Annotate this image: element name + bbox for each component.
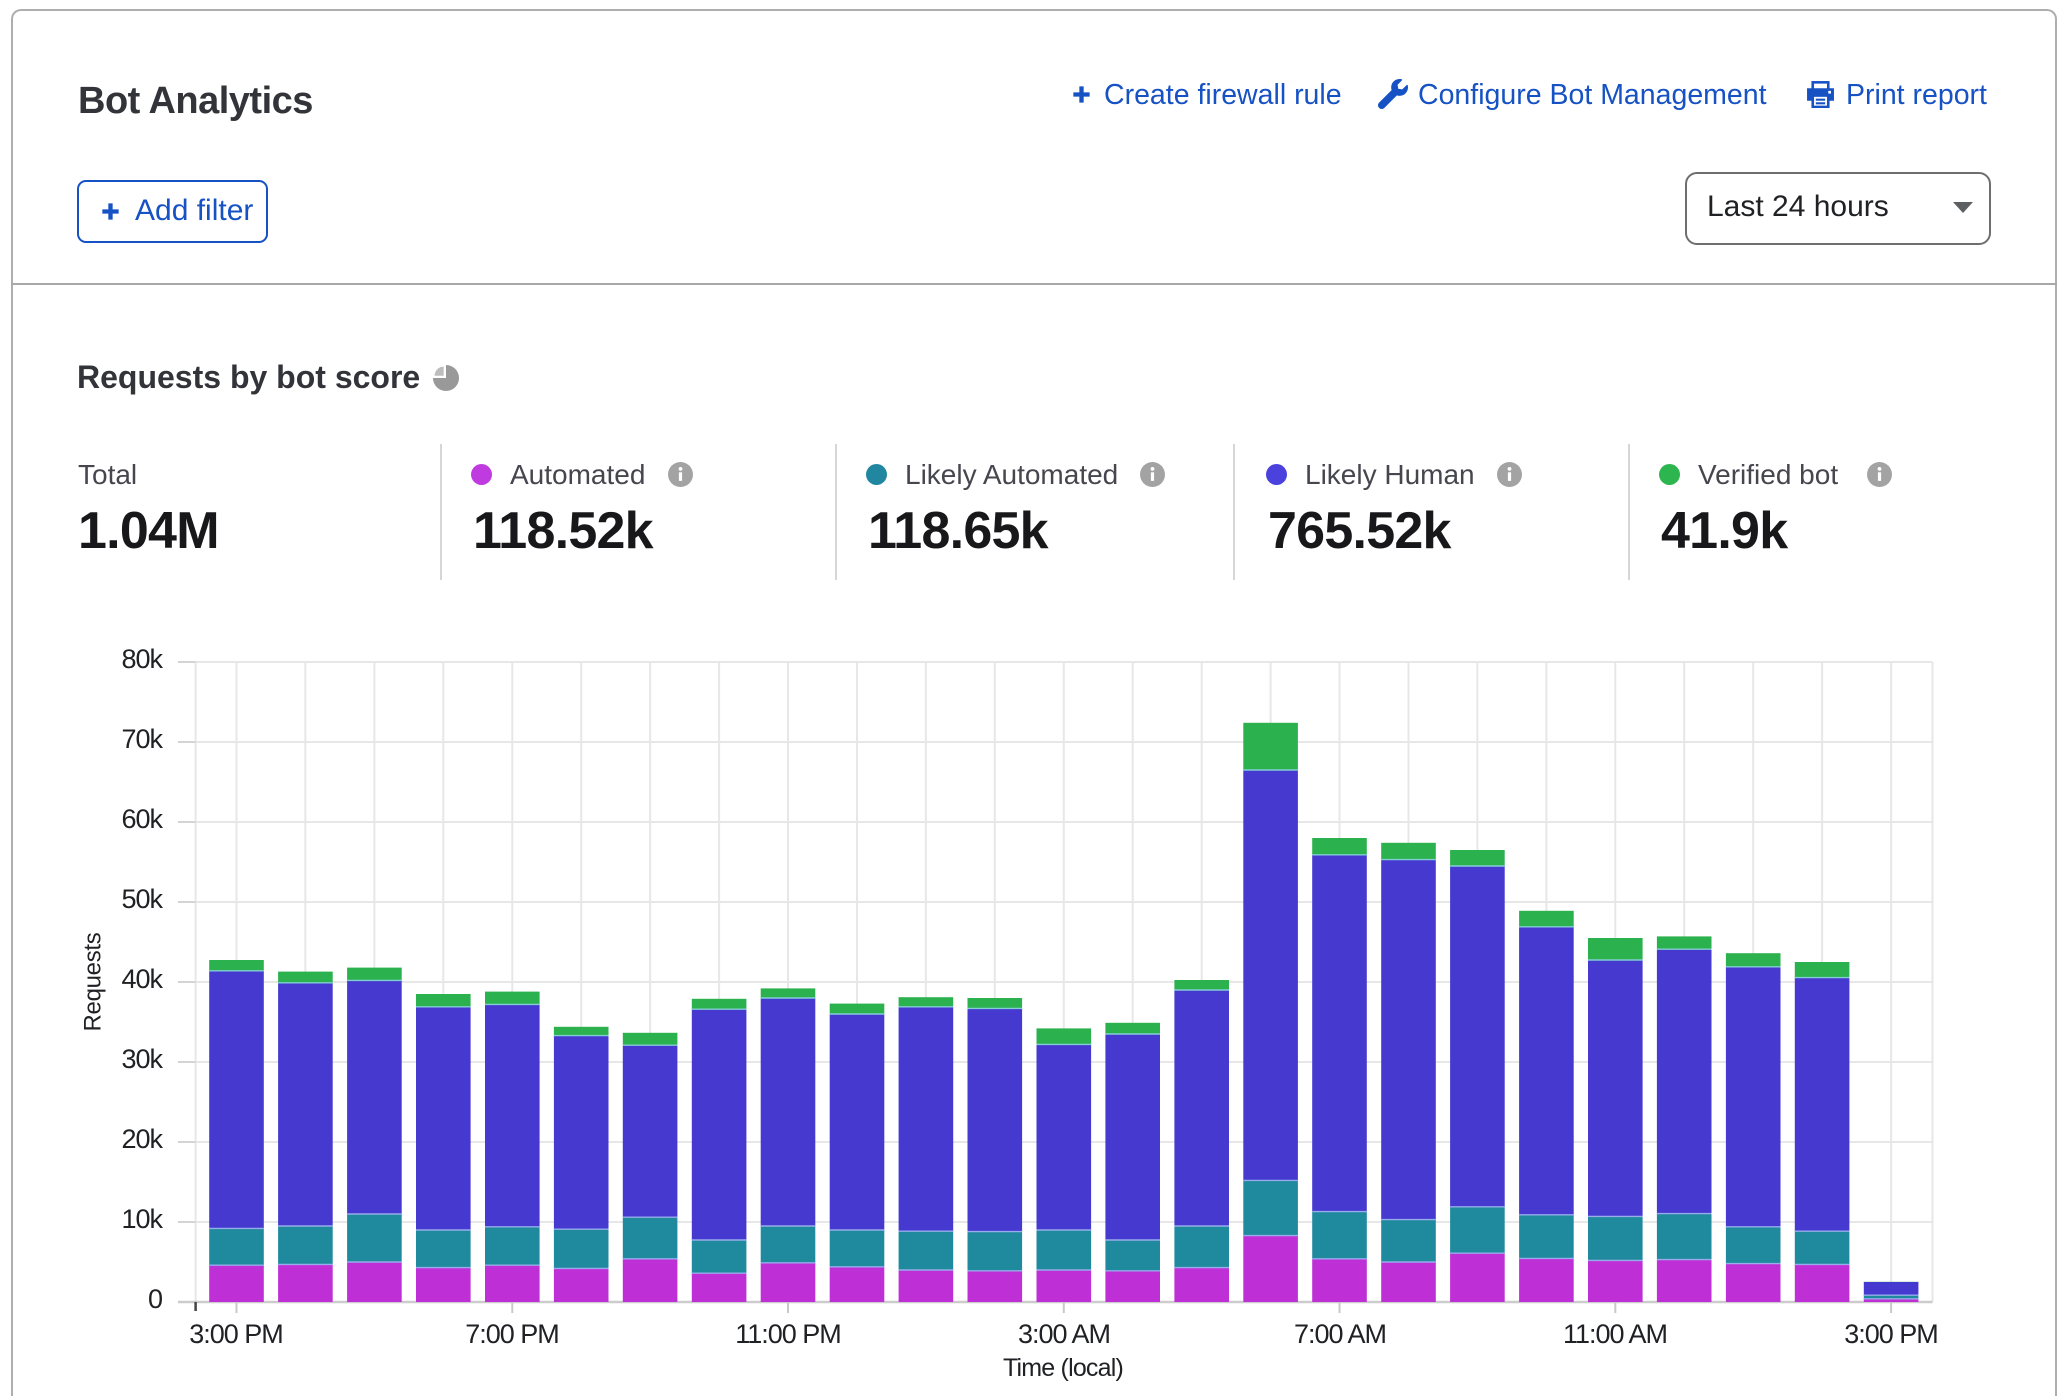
svg-text:Requests: Requests bbox=[80, 932, 107, 1031]
svg-text:Time (local): Time (local) bbox=[1003, 1354, 1123, 1382]
svg-text:10k: 10k bbox=[121, 1204, 163, 1234]
svg-text:70k: 70k bbox=[121, 724, 163, 754]
svg-text:11:00 PM: 11:00 PM bbox=[735, 1319, 841, 1349]
svg-text:11:00 AM: 11:00 AM bbox=[1563, 1319, 1667, 1349]
svg-text:50k: 50k bbox=[121, 884, 163, 914]
svg-text:40k: 40k bbox=[121, 964, 163, 994]
svg-text:0: 0 bbox=[148, 1284, 162, 1314]
svg-text:3:00 PM: 3:00 PM bbox=[189, 1319, 283, 1349]
svg-text:30k: 30k bbox=[121, 1044, 163, 1074]
svg-text:20k: 20k bbox=[121, 1124, 163, 1154]
svg-text:7:00 AM: 7:00 AM bbox=[1294, 1319, 1386, 1349]
svg-text:3:00 PM: 3:00 PM bbox=[1844, 1319, 1938, 1349]
svg-text:3:00 AM: 3:00 AM bbox=[1018, 1319, 1110, 1349]
svg-text:80k: 80k bbox=[121, 644, 163, 674]
svg-text:7:00 PM: 7:00 PM bbox=[465, 1319, 559, 1349]
svg-text:60k: 60k bbox=[121, 804, 163, 834]
